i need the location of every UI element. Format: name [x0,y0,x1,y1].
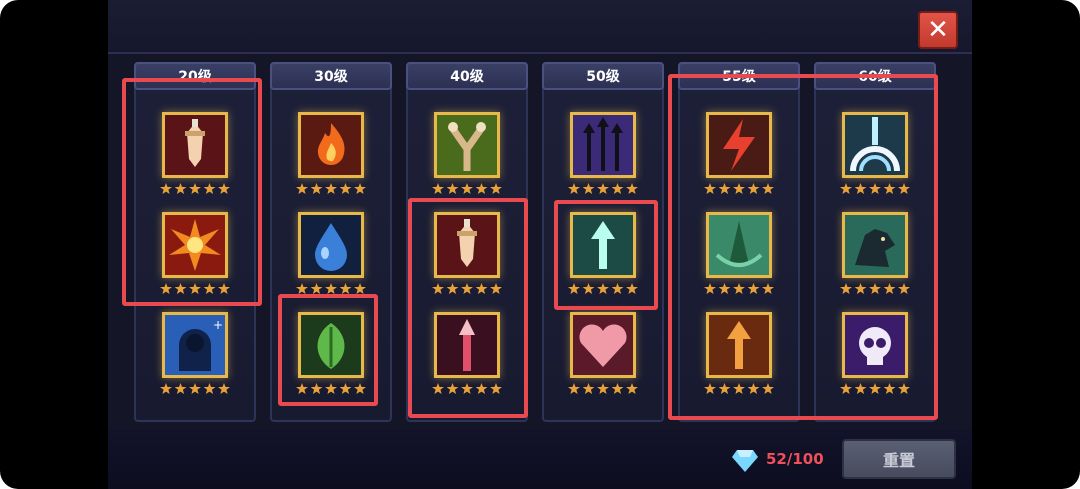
slingshot-icon [437,115,497,175]
gem-count: 52/100 [766,450,824,468]
shadow-icon: + [165,315,225,375]
skill-slingshot[interactable] [434,112,500,178]
highlight-box [554,200,658,310]
skill-shadow[interactable]: + [162,312,228,378]
water-drop-icon [301,215,361,275]
triple-arrow-icon [573,115,633,175]
game-screen: 20级 + 30级 40级 50级 55级 60级 ✕ 52/100 重置 [0,0,1080,489]
level-label: 40级 [406,62,528,90]
star-rating [432,183,502,195]
reset-button[interactable]: 重置 [842,439,956,479]
star-rating [296,183,366,195]
close-icon: ✕ [927,15,949,45]
level-label: 50级 [542,62,664,90]
diamond-icon [732,450,758,472]
skill-fire[interactable] [298,112,364,178]
highlight-box [278,294,378,406]
skill-water-drop[interactable] [298,212,364,278]
star-rating [568,383,638,395]
skill-heart[interactable] [570,312,636,378]
heart-icon [573,315,633,375]
star-rating [568,183,638,195]
highlight-box [122,78,262,306]
svg-text:+: + [213,318,223,332]
star-rating [160,383,230,395]
skill-triple-arrow[interactable] [570,112,636,178]
highlight-box [668,74,938,420]
level-label: 30级 [270,62,392,90]
highlight-box [408,198,528,418]
fire-icon [301,115,361,175]
close-button[interactable]: ✕ [918,11,958,49]
top-band [108,0,972,54]
